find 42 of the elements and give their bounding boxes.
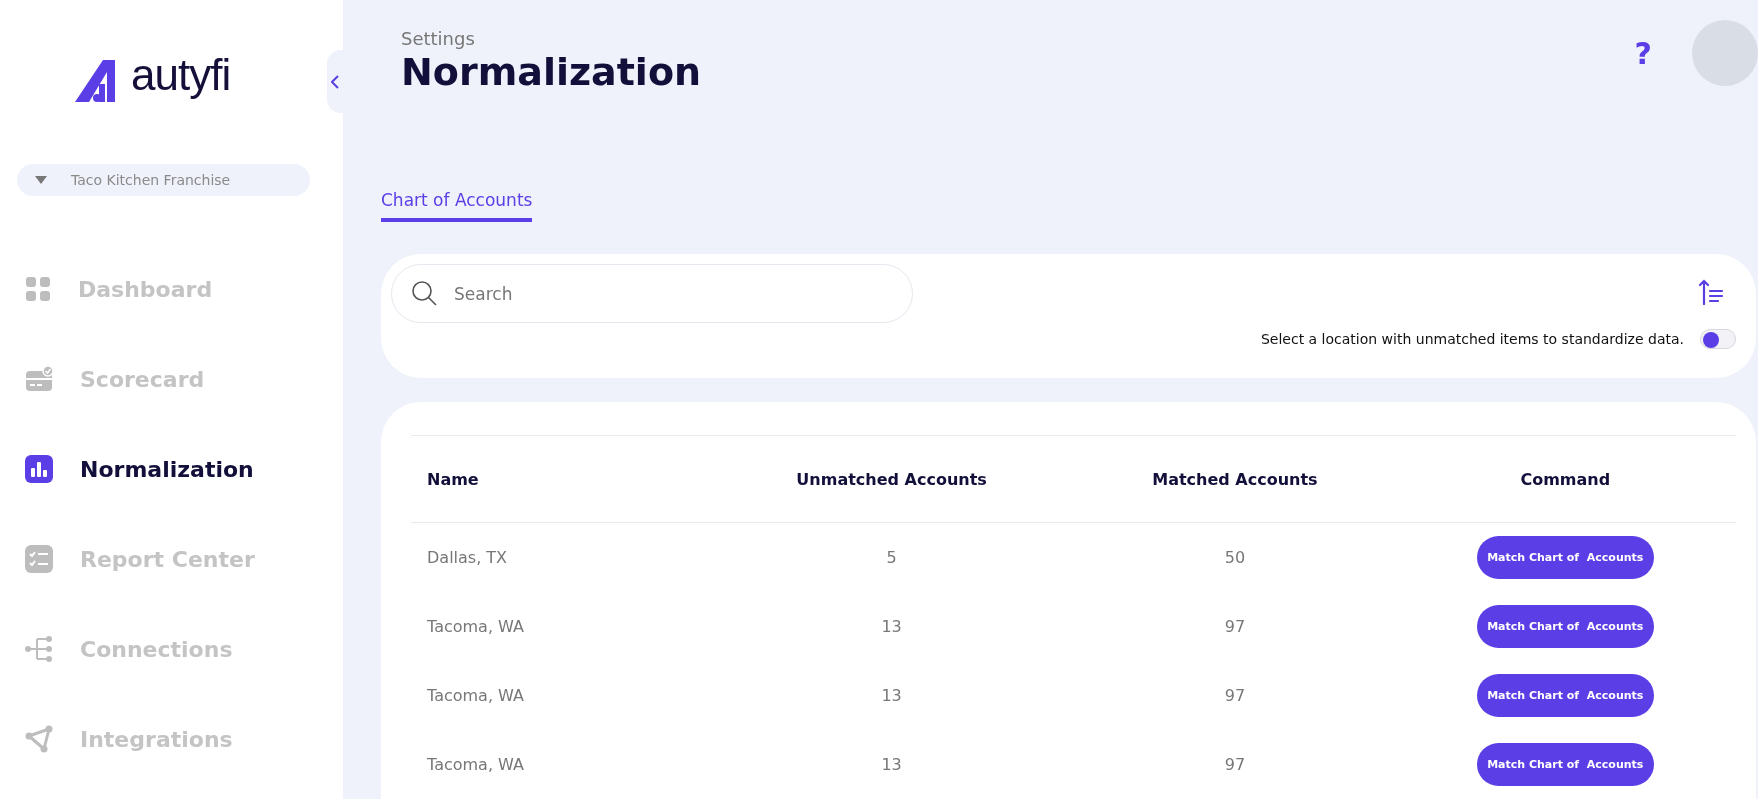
table-cell-text: 97 — [1223, 685, 1247, 707]
match-button[interactable]: Match Chart of Accounts — [1476, 674, 1654, 717]
column-header: Command — [1394, 435, 1736, 523]
branch-icon — [25, 635, 53, 663]
page-title: Normalization — [401, 49, 702, 95]
breadcrumb: Settings — [401, 28, 476, 49]
table-cell-text: 13 — [880, 754, 903, 776]
sort-ascending-icon — [1698, 279, 1724, 305]
grid-icon — [25, 276, 51, 302]
collapse-button[interactable] — [327, 50, 343, 113]
table-cell-text: Tacoma, WA — [426, 616, 525, 638]
match-button[interactable]: Match Chart of Accounts — [1476, 743, 1654, 786]
dropdown-caret-icon — [35, 176, 47, 184]
table-cell-text: 13 — [880, 616, 903, 638]
column-header: Unmatched Accounts — [708, 435, 1076, 523]
search-field[interactable]: Search — [391, 264, 913, 323]
table-cell-text: Tacoma, WA — [426, 754, 525, 776]
column-header: Matched Accounts — [1075, 435, 1395, 523]
table-cell-text: 97 — [1223, 754, 1247, 776]
logo-text: autyfi — [131, 49, 231, 102]
search-icon — [411, 280, 437, 306]
help-button[interactable]: ? — [1634, 35, 1652, 71]
toggle-label: Select a location with unmatched items to standardize data. — [1260, 331, 1684, 347]
table-cell-text: 13 — [880, 685, 903, 707]
table-cell-text: Tacoma, WA — [426, 685, 525, 707]
sort-button[interactable] — [1698, 279, 1724, 308]
tab[interactable]: Chart of Accounts — [381, 190, 533, 222]
table-cell-text: 97 — [1223, 616, 1247, 638]
nav-item[interactable]: Normalization — [0, 424, 343, 514]
table-cell: 5 — [708, 522, 1076, 592]
match-button[interactable]: Match Chart of Accounts — [1476, 605, 1654, 648]
card-icon — [25, 366, 53, 392]
send-icon — [25, 725, 53, 753]
toggle-switch[interactable] — [1700, 329, 1736, 349]
chevron-left-icon — [331, 74, 339, 89]
bar-chart-icon — [25, 455, 53, 483]
table-cell: Dallas, TX — [411, 522, 708, 592]
checklist-icon — [25, 545, 53, 573]
workspace-dropdown[interactable]: Taco Kitchen Franchise — [17, 164, 310, 196]
match-button[interactable]: Match Chart of Accounts — [1476, 536, 1654, 579]
table-cell: 50 — [1075, 522, 1395, 592]
column-header: Name — [411, 435, 708, 523]
